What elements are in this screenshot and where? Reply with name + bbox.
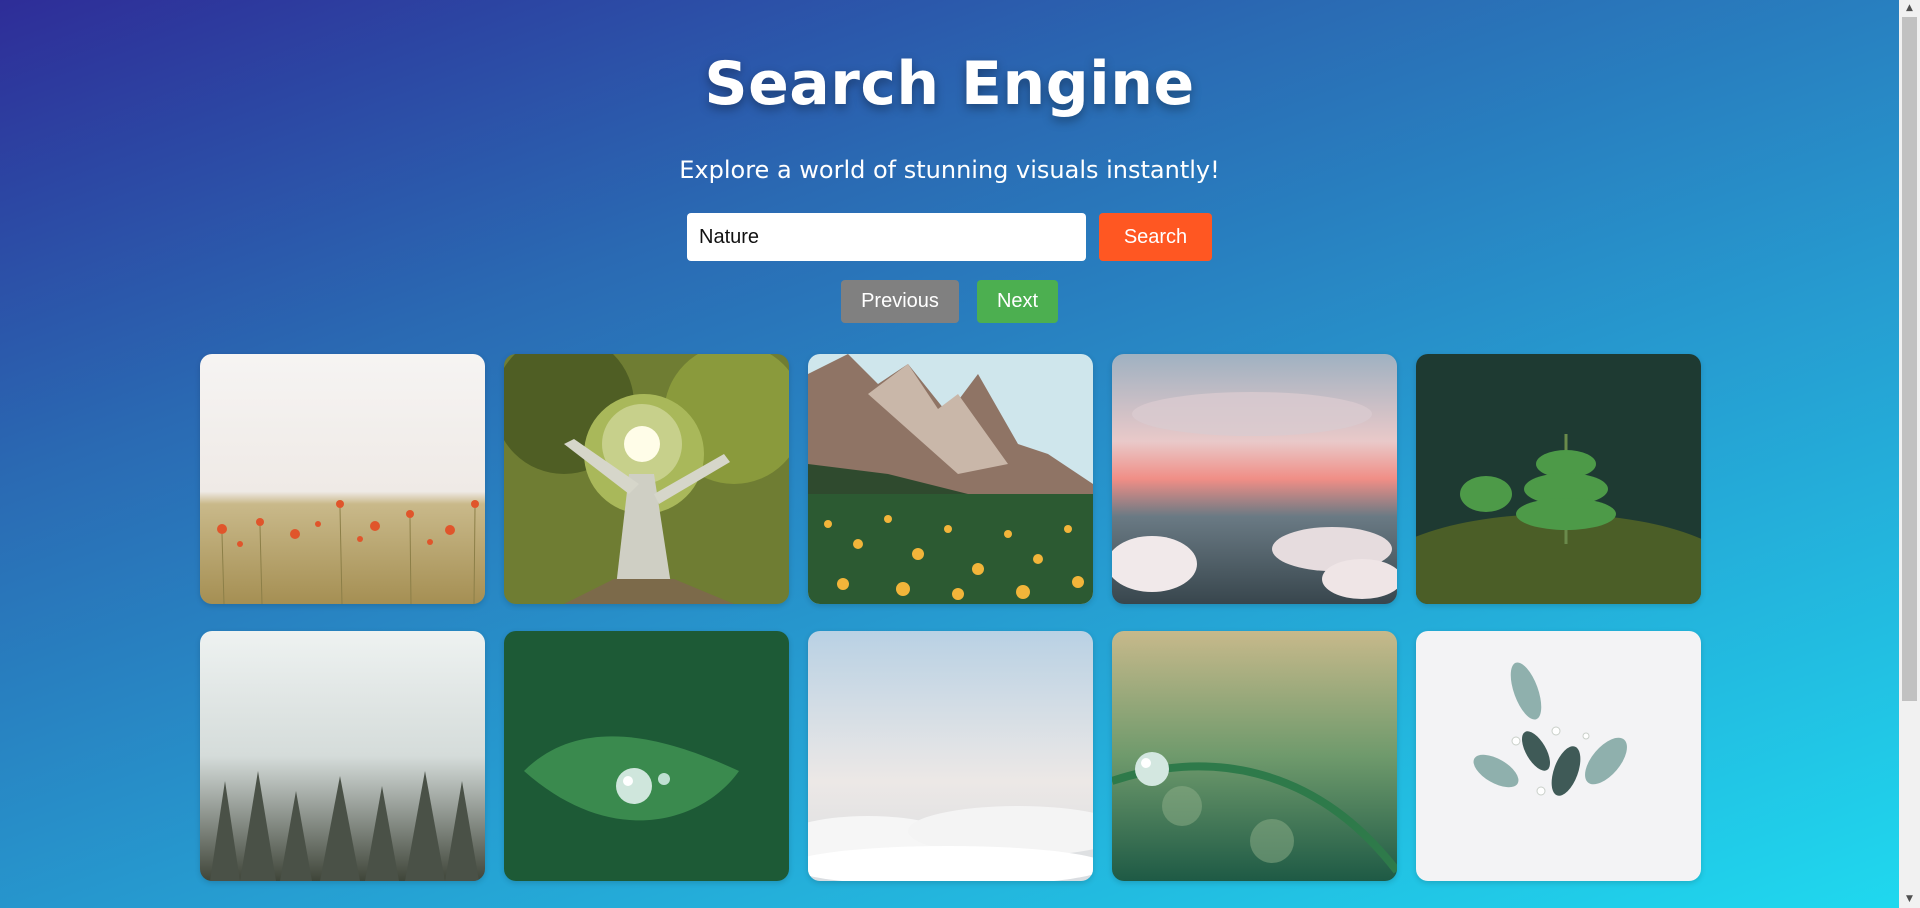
result-image-bouquet[interactable] [1416,631,1701,881]
scroll-up-arrow-icon[interactable]: ▲ [1899,0,1920,17]
result-image-sapling[interactable] [1416,354,1701,604]
previous-button[interactable]: Previous [841,280,959,323]
result-image-leaf-droplet[interactable] [504,631,789,881]
search-input[interactable] [687,213,1086,261]
result-image-misty-forest[interactable] [200,631,485,881]
page: Search Engine Explore a world of stunnin… [0,0,1899,908]
result-image-tree[interactable] [504,354,789,604]
page-title: Search Engine [704,49,1195,119]
search-button[interactable]: Search [1099,213,1212,261]
result-image-sea-of-clouds[interactable] [808,631,1093,881]
result-image-poppies[interactable] [200,354,485,604]
scrollbar-thumb[interactable] [1902,17,1917,701]
result-image-dew-grass[interactable] [1112,631,1397,881]
vertical-scrollbar[interactable]: ▲ ▼ [1899,0,1920,908]
scroll-down-arrow-icon[interactable]: ▼ [1899,891,1920,908]
result-image-sky-clouds[interactable] [1112,354,1397,604]
page-subtitle: Explore a world of stunning visuals inst… [679,156,1220,184]
result-image-mountain-meadow[interactable] [808,354,1093,604]
next-button[interactable]: Next [977,280,1058,323]
